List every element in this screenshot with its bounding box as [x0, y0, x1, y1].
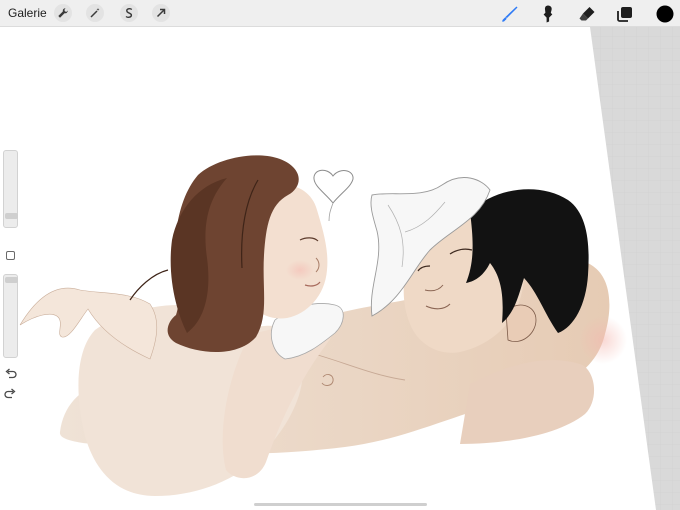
man-shoulder-blush [579, 316, 627, 364]
gallery-button[interactable]: Galerie [8, 6, 47, 20]
color-swatch[interactable] [654, 3, 676, 25]
brush-size-thumb[interactable] [5, 213, 18, 219]
opacity-slider[interactable] [3, 274, 18, 358]
top-toolbar: Galerie [0, 0, 680, 27]
opacity-thumb[interactable] [5, 277, 18, 283]
eraser-icon[interactable] [576, 3, 598, 25]
brush-icon[interactable] [499, 3, 521, 25]
magic-wand-icon[interactable] [86, 4, 104, 22]
woman-cheek-blush [286, 260, 314, 280]
layers-icon[interactable] [614, 3, 636, 25]
home-indicator [254, 503, 427, 506]
redo-icon[interactable] [4, 388, 17, 400]
wrench-icon[interactable] [54, 4, 72, 22]
artwork-canvas[interactable] [0, 27, 680, 510]
undo-icon[interactable] [4, 368, 17, 380]
canvas-area[interactable] [0, 27, 680, 510]
selection-icon[interactable] [120, 4, 138, 22]
left-sidebar [1, 150, 20, 405]
transform-arrow-icon[interactable] [152, 4, 170, 22]
smudge-icon[interactable] [537, 3, 559, 25]
modify-button[interactable] [6, 251, 15, 260]
brush-size-slider[interactable] [3, 150, 18, 228]
